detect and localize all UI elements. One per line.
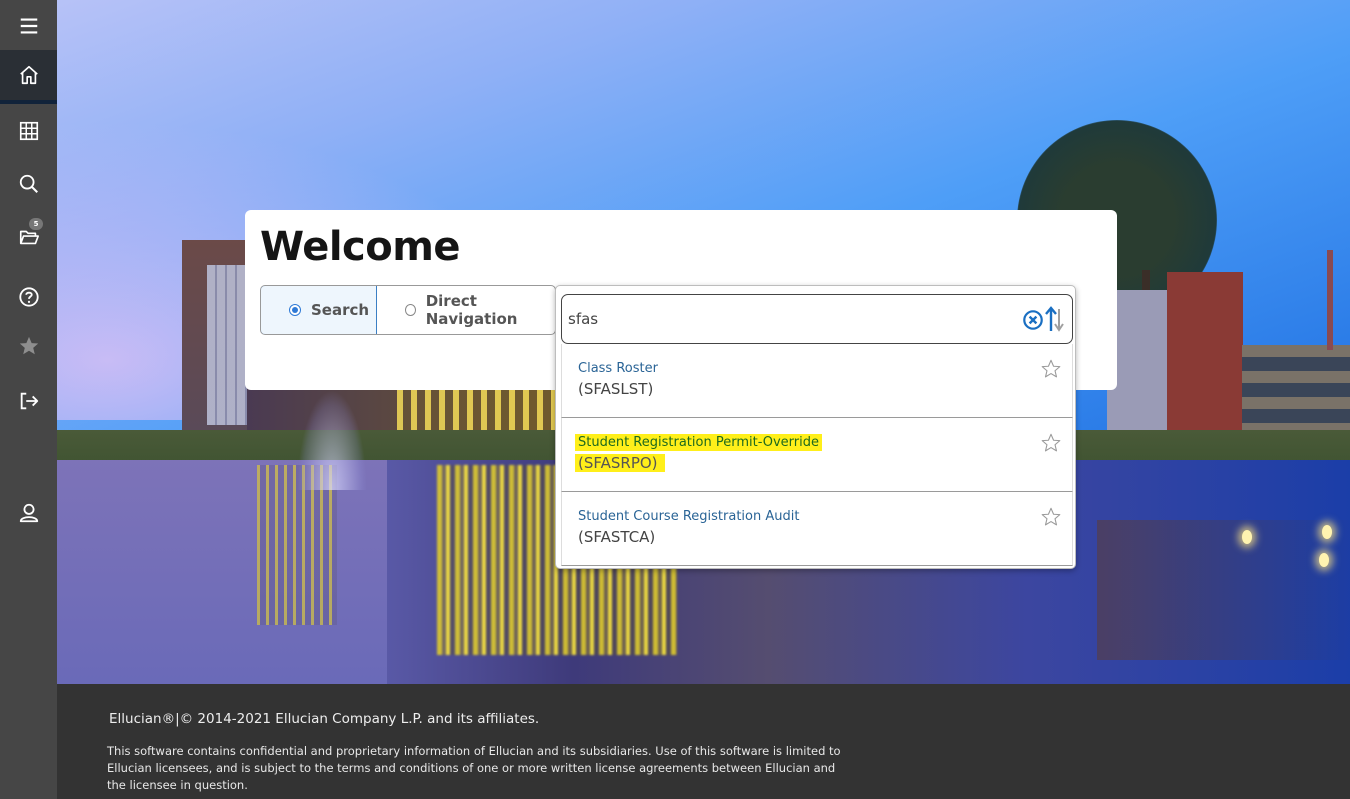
direct-navigation-radio[interactable]	[405, 304, 416, 316]
favorite-star-icon[interactable]	[1040, 358, 1062, 380]
copyright-text: Ellucian®|© 2014-2021 Ellucian Company L…	[109, 711, 540, 727]
sidebar-item-help[interactable]	[0, 271, 57, 323]
grid-icon	[19, 121, 38, 141]
building-right	[1167, 272, 1243, 442]
favorite-star-icon[interactable]	[1040, 432, 1062, 454]
sign-out-icon	[20, 392, 38, 410]
search-results-list: Class Roster (SFASLST) Student Registrat…	[561, 344, 1073, 566]
search-result-item[interactable]: Student Registration Permit-Override (SF…	[561, 418, 1073, 492]
result-title[interactable]: Student Registration Permit-Override	[575, 434, 822, 451]
clear-circle-icon[interactable]	[1022, 309, 1044, 331]
search-field	[561, 294, 1073, 344]
favorite-star-icon[interactable]	[1040, 506, 1062, 528]
sort-arrows-icon[interactable]	[1044, 306, 1066, 332]
menu-button[interactable]	[0, 0, 57, 52]
result-code: (SFASLST)	[578, 380, 654, 398]
sidebar-item-favorites[interactable]	[0, 320, 57, 372]
help-circle-icon	[18, 287, 39, 307]
pond-left	[57, 460, 387, 684]
star-icon	[19, 336, 38, 355]
home-icon	[19, 65, 38, 85]
legal-notice: This software contains confidential and …	[107, 744, 841, 792]
result-code: (SFASRPO)	[575, 454, 665, 472]
search-mode-toggle: Search Direct Navigation	[260, 285, 556, 335]
result-title[interactable]: Student Course Registration Audit	[578, 509, 799, 524]
light-reflection	[1322, 525, 1332, 539]
sidebar-item-home[interactable]	[0, 50, 57, 104]
direct-navigation-option[interactable]: Direct Navigation	[377, 286, 555, 334]
fountain	[297, 390, 367, 490]
page-title: Welcome	[260, 224, 461, 270]
result-title[interactable]: Class Roster	[578, 361, 658, 376]
search-result-item[interactable]: Student Course Registration Audit (SFAST…	[561, 492, 1073, 566]
light-reflection	[1319, 553, 1329, 567]
building-reflection	[1097, 520, 1350, 660]
sidebar-item-user-profile[interactable]	[0, 487, 57, 539]
search-mode-option[interactable]: Search	[261, 286, 377, 334]
sidebar-item-recent[interactable]: 5	[0, 211, 57, 263]
recent-count-badge: 5	[29, 218, 43, 230]
result-code: (SFASTCA)	[578, 528, 656, 546]
search-autocomplete-panel: Class Roster (SFASLST) Student Registrat…	[555, 285, 1076, 569]
sidebar: 5	[0, 0, 57, 799]
search-radio[interactable]	[289, 304, 301, 316]
search-result-item[interactable]: Class Roster (SFASLST)	[561, 344, 1073, 418]
sidebar-item-applications[interactable]	[0, 105, 57, 157]
light-reflection	[1242, 530, 1252, 544]
search-mode-label: Search	[311, 301, 370, 319]
search-icon	[19, 174, 38, 193]
radio-tower	[1327, 250, 1333, 350]
direct-navigation-label: Direct Navigation	[425, 292, 518, 328]
footer: Ellucian®|© 2014-2021 Ellucian Company L…	[57, 684, 1350, 799]
user-icon	[19, 503, 38, 523]
sidebar-item-search[interactable]	[0, 158, 57, 210]
hamburger-menu-icon	[20, 18, 37, 34]
sidebar-item-sign-out[interactable]	[0, 375, 57, 427]
search-input[interactable]	[568, 307, 998, 331]
parking-garage	[1242, 345, 1350, 440]
